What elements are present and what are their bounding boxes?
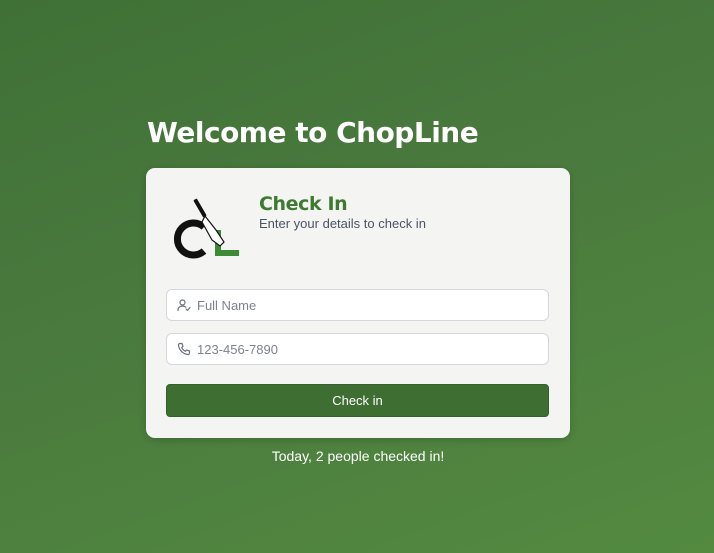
chopline-logo xyxy=(173,198,239,259)
full-name-field[interactable] xyxy=(166,289,549,321)
phone-input[interactable] xyxy=(197,341,537,357)
check-in-heading: Check In xyxy=(259,193,348,215)
full-name-input[interactable] xyxy=(197,297,537,313)
phone-icon xyxy=(177,342,191,356)
user-check-icon xyxy=(177,298,191,312)
check-in-button[interactable]: Check in xyxy=(166,384,549,417)
check-in-subtitle: Enter your details to check in xyxy=(259,216,426,231)
check-in-card: Check In Enter your details to check in … xyxy=(146,168,570,438)
page-title: Welcome to ChopLine xyxy=(147,116,479,149)
logo-letter-l-horizontal xyxy=(215,250,239,256)
logo-letter-c xyxy=(173,219,207,259)
phone-field[interactable] xyxy=(166,333,549,365)
checked-in-count-text: Today, 2 people checked in! xyxy=(271,448,445,464)
